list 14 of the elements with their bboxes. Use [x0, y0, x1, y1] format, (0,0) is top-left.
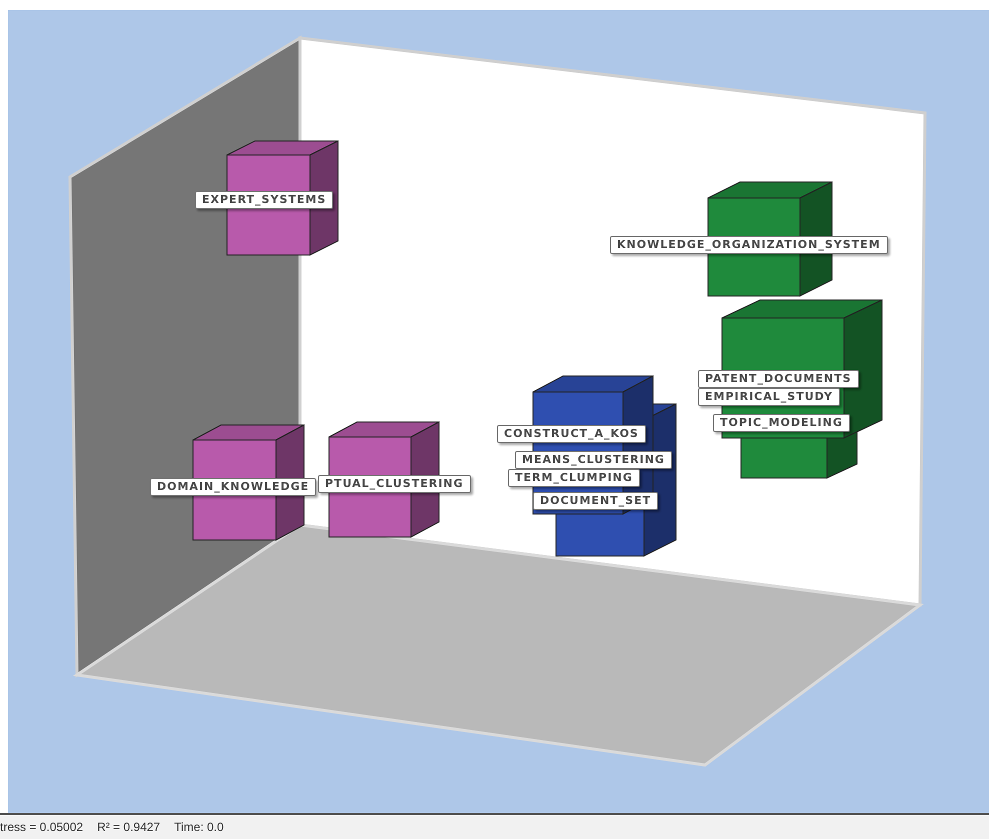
node-label: DOMAIN_KNOWLEDGE [150, 478, 316, 496]
node-label: PATENT_DOCUMENTS [698, 370, 859, 388]
node-label: TOPIC_MODELING [713, 414, 850, 432]
node-label: CONSTRUCT_A_KOS [497, 425, 646, 443]
node-label: PTUAL_CLUSTERING [318, 475, 471, 493]
r-squared-value: R² = 0.9427 [97, 820, 160, 834]
node-label: EXPERT_SYSTEMS [195, 191, 334, 209]
node-label: MEANS_CLUSTERING [515, 451, 672, 469]
node-label: TERM_CLUMPING [508, 469, 640, 487]
node-label: KNOWLEDGE_ORGANIZATION_SYSTEM [610, 236, 888, 254]
stress-value: tress = 0.05002 [0, 820, 84, 834]
node-label: EMPIRICAL_STUDY [698, 388, 840, 406]
time-value: Time: 0.0 [174, 820, 224, 834]
node-label: DOCUMENT_SET [533, 492, 658, 510]
